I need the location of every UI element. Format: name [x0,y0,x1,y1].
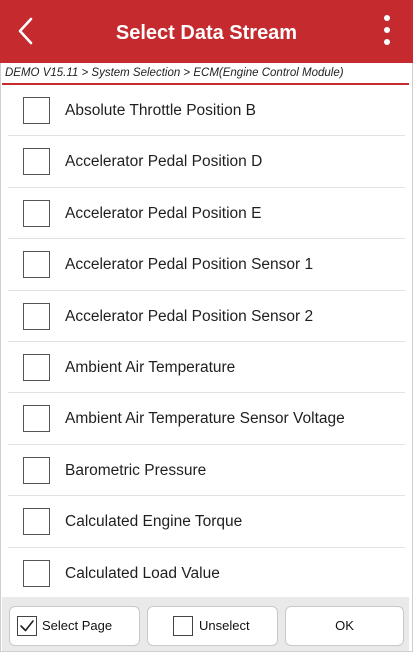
item-label: Absolute Throttle Position B [65,102,256,119]
item-checkbox[interactable] [23,405,50,433]
item-checkbox[interactable] [23,456,50,484]
ok-label: OK [335,618,354,633]
more-options-button[interactable] [378,15,396,51]
data-stream-list: Absolute Throttle Position B Accelerator… [8,85,405,599]
list-item[interactable]: Accelerator Pedal Position Sensor 2 [8,291,405,342]
list-item[interactable]: Accelerator Pedal Position D [8,136,405,188]
item-checkbox[interactable] [23,559,50,587]
page-title: Select Data Stream [115,22,298,44]
list-item[interactable]: Accelerator Pedal Position E [8,188,405,240]
item-label: Calculated Load Value [65,564,220,582]
item-checkbox[interactable] [23,353,50,381]
item-checkbox[interactable] [23,508,50,536]
list-item[interactable]: Calculated Load Value [8,548,405,599]
breadcrumb: DEMO V15.11 > System Selection > ECM(Eng… [5,67,344,79]
item-label: Accelerator Pedal Position Sensor 1 [65,256,314,274]
select-page-button[interactable]: Select Page [9,606,140,646]
item-label: Accelerator Pedal Position D [65,153,263,171]
footer-bar: Select Page Unselect OK [2,597,409,651]
item-label: Ambient Air Temperature [65,358,236,376]
item-label: Ambient Air Temperature Sensor Voltage [65,410,345,428]
item-label: Barometric Pressure [65,461,207,479]
item-label: Calculated Engine Torque [65,513,243,531]
item-checkbox[interactable] [23,302,50,330]
list-item[interactable]: Absolute Throttle Position B [8,85,405,137]
item-checkbox[interactable] [23,199,50,227]
select-page-label: Select Page [42,618,113,633]
unselect-label: Unselect [199,618,250,633]
item-checkbox[interactable] [23,97,50,124]
item-label: Accelerator Pedal Position Sensor 2 [65,307,314,325]
checkmark-icon [20,620,34,632]
header-bar: Select Data Stream [0,0,413,63]
list-item[interactable]: Ambient Air Temperature [8,342,405,394]
list-item[interactable]: Barometric Pressure [8,445,405,497]
list-item[interactable]: Calculated Engine Torque [8,496,405,548]
list-item[interactable]: Ambient Air Temperature Sensor Voltage [8,393,405,445]
item-checkbox[interactable] [23,251,50,279]
item-label: Accelerator Pedal Position E [65,204,262,222]
unselect-button[interactable]: Unselect [147,606,278,646]
item-checkbox[interactable] [23,148,50,176]
list-item[interactable]: Accelerator Pedal Position Sensor 1 [8,239,405,291]
ok-button[interactable]: OK [285,606,404,646]
select-page-checkbox [17,616,37,636]
unselect-checkbox [173,616,193,636]
